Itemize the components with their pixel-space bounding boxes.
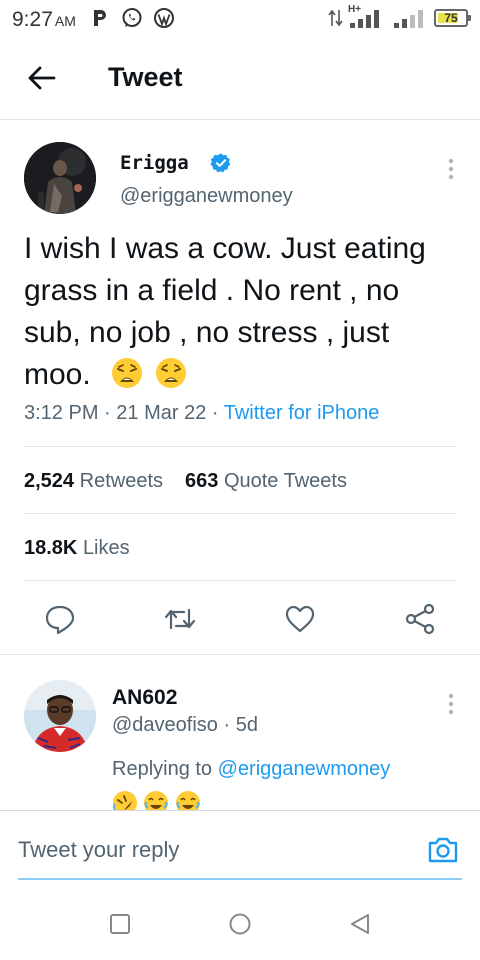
stats-row: 2,524 Retweets 663 Quote Tweets [24, 470, 347, 493]
reply-emojis [112, 790, 232, 810]
likes-stat[interactable]: 18.8K Likes [24, 537, 130, 560]
quotes-stat[interactable]: 663 Quote Tweets [185, 470, 347, 492]
retweet-icon[interactable] [163, 602, 197, 636]
arrow-left-icon[interactable] [26, 62, 58, 94]
retweets-count: 2,524 [24, 470, 75, 492]
meta-sep: · [98, 402, 117, 424]
section-divider [0, 654, 480, 655]
reply-handle-line: @daveofiso · 5d [112, 714, 258, 736]
recents-square-icon[interactable] [108, 912, 132, 936]
meta-sep: · [206, 402, 224, 424]
battery-icon: 75 [434, 9, 471, 27]
replying-to: Replying to @erigganewmoney [112, 758, 390, 781]
signal-2-icon [394, 10, 423, 28]
likes-label: Likes [82, 537, 130, 559]
author-photo [24, 142, 96, 214]
verified-badge-icon [210, 153, 231, 173]
home-circle-icon[interactable] [228, 912, 252, 936]
back-triangle-icon[interactable] [348, 912, 372, 936]
signal-icon: H+ [348, 4, 388, 29]
status-bar: 9:27 AM H+ 75 [0, 0, 480, 36]
author-avatar[interactable] [24, 142, 96, 214]
joy-emoji [144, 791, 169, 810]
more-options-icon[interactable] [446, 692, 456, 716]
like-icon[interactable] [283, 602, 317, 636]
battery-level: 75 [444, 11, 458, 25]
p-notification-icon [94, 10, 106, 26]
whatsapp-icon [122, 8, 142, 27]
reply-handle[interactable]: @daveofiso [112, 714, 218, 736]
status-time-value: 9:27 [12, 8, 53, 31]
divider [24, 513, 456, 514]
wordpress-icon [154, 8, 174, 28]
tweet-time: 3:12 PM [24, 402, 99, 424]
tweet-actions [0, 598, 480, 642]
joy-emoji [175, 791, 200, 810]
signal-bars [350, 10, 379, 28]
weary-face-emoji [112, 358, 143, 388]
reply-age: 5d [235, 714, 258, 736]
divider [24, 580, 456, 581]
share-icon[interactable] [403, 602, 437, 636]
likes-count: 18.8K [24, 537, 78, 559]
status-indicators: H+ 75 [328, 4, 471, 29]
reply-author-photo [24, 680, 96, 752]
camera-icon[interactable] [426, 832, 460, 866]
reply-icon[interactable] [43, 602, 77, 636]
retweets-label: Retweets [79, 470, 163, 492]
tweet-meta: 3:12 PM · 21 Mar 22 · Twitter for iPhone [24, 402, 379, 425]
replying-mention-link[interactable]: @erigganewmoney [218, 758, 391, 780]
tweet-date: 21 Mar 22 [116, 402, 207, 424]
reply-input[interactable] [18, 830, 408, 870]
app-header: Tweet [0, 40, 480, 120]
data-arrows-icon [328, 9, 343, 27]
composer-border [0, 810, 480, 811]
author-name[interactable]: Erigga [120, 152, 189, 174]
rolling-laughing-emoji [113, 791, 137, 810]
quotes-count: 663 [185, 470, 219, 492]
status-ampm: AM [54, 13, 76, 29]
retweets-stat[interactable]: 2,524 Retweets [24, 470, 163, 492]
author-handle[interactable]: @erigganewmoney [120, 185, 293, 208]
divider [24, 446, 456, 447]
reply-author-name[interactable]: AN602 [112, 686, 177, 710]
system-nav-bar [0, 900, 480, 960]
replying-prefix: Replying to [112, 758, 218, 780]
tweet-text: I wish I was a cow. Just eating grass in… [24, 228, 464, 396]
quotes-label: Quote Tweets [223, 470, 347, 492]
composer-underline [18, 878, 462, 880]
page-title: Tweet [108, 62, 183, 92]
reply-avatar[interactable] [24, 680, 96, 752]
tweet-source-link[interactable]: Twitter for iPhone [224, 402, 380, 424]
more-options-icon[interactable] [446, 157, 456, 181]
tweet-body: I wish I was a cow. Just eating grass in… [24, 232, 426, 391]
status-time: 9:27 AM [12, 8, 76, 32]
weary-face-emoji [156, 358, 187, 388]
